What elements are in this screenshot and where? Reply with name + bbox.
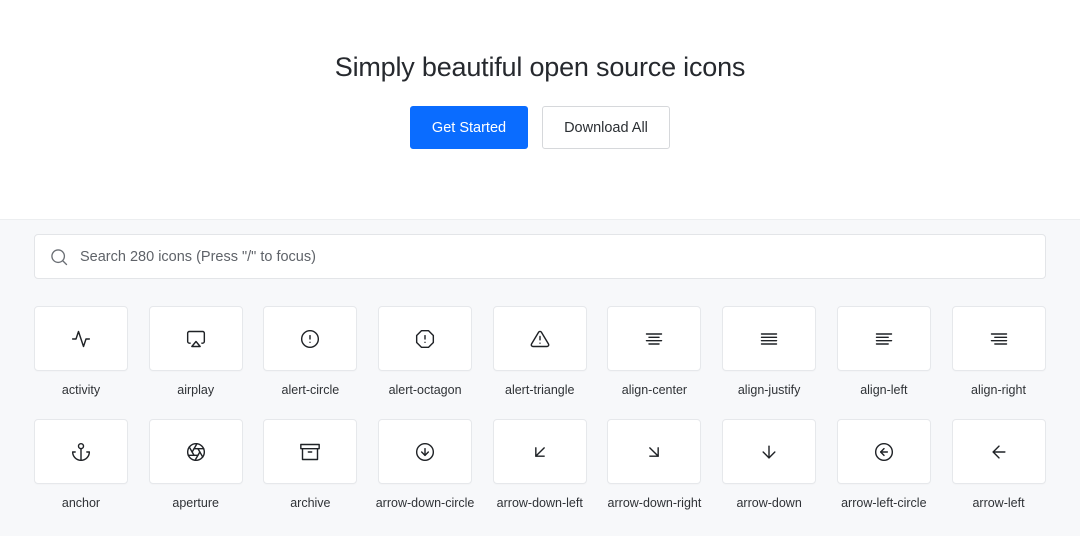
- icon-card-align-left[interactable]: align-left: [836, 306, 931, 401]
- arrow-left-icon: [991, 444, 1006, 459]
- icon-card-align-right[interactable]: align-right: [951, 306, 1046, 401]
- icon-tile[interactable]: [378, 306, 473, 371]
- icon-tile[interactable]: [951, 419, 1046, 484]
- hero-section: Simply beautiful open source icons Get S…: [0, 0, 1080, 219]
- icon-card-align-center[interactable]: align-center: [607, 306, 702, 401]
- icon-tile[interactable]: [492, 306, 587, 371]
- icon-label: arrow-down-left: [496, 496, 583, 510]
- icon-card-arrow-down-circle[interactable]: arrow-down-circle: [376, 419, 474, 514]
- icon-tile[interactable]: [378, 419, 473, 484]
- icon-tile[interactable]: [607, 306, 702, 371]
- icon-tile[interactable]: [951, 306, 1046, 371]
- icon-card-arrow-down[interactable]: arrow-down: [722, 419, 817, 514]
- icon-label: airplay: [177, 383, 215, 397]
- search-bar[interactable]: [34, 234, 1046, 279]
- icon-label: align-right: [971, 383, 1026, 397]
- icon-card-arrow-left[interactable]: arrow-left: [951, 419, 1046, 514]
- icon-tile[interactable]: [148, 306, 243, 371]
- alert-triangle-icon: [530, 330, 550, 347]
- icon-card-arrow-down-left[interactable]: arrow-down-left: [492, 419, 587, 514]
- icon-card-alert-octagon[interactable]: alert-octagon: [378, 306, 473, 401]
- icon-tile[interactable]: [34, 306, 128, 371]
- icon-label: arrow-down-circle: [375, 496, 475, 510]
- icon-card-airplay[interactable]: airplay: [148, 306, 243, 401]
- icon-label: arrow-left-circle: [841, 496, 927, 510]
- icon-card-aperture[interactable]: aperture: [148, 419, 243, 514]
- icon-grid: activity airplay alert-circle alert-octagon…: [34, 306, 1046, 514]
- icon-card-alert-triangle[interactable]: alert-triangle: [492, 306, 587, 401]
- airplay-icon: [186, 330, 205, 347]
- icon-card-arrow-down-right[interactable]: arrow-down-right: [607, 419, 702, 514]
- icon-card-align-justify[interactable]: align-justify: [722, 306, 817, 401]
- arrow-down-left-icon: [534, 446, 545, 457]
- arrow-left-circle-icon: [874, 442, 893, 461]
- align-justify-icon: [760, 332, 778, 345]
- icon-tile[interactable]: [722, 306, 817, 371]
- icon-label: arrow-down-right: [607, 496, 702, 510]
- anchor-icon: [71, 442, 91, 461]
- icon-tile[interactable]: [34, 419, 128, 484]
- icon-tile[interactable]: [836, 419, 931, 484]
- icon-label: align-left: [860, 383, 908, 397]
- icon-tile[interactable]: [836, 306, 931, 371]
- icon-label: alert-triangle: [505, 383, 575, 397]
- icon-label: align-justify: [737, 383, 801, 397]
- icon-card-alert-circle[interactable]: alert-circle: [263, 306, 358, 401]
- icon-label: arrow-left: [972, 496, 1025, 510]
- icon-tile[interactable]: [263, 419, 358, 484]
- icon-tile[interactable]: [492, 419, 587, 484]
- icon-card-arrow-left-circle[interactable]: arrow-left-circle: [836, 419, 931, 514]
- icon-tile[interactable]: [722, 419, 817, 484]
- icon-card-anchor[interactable]: anchor: [34, 419, 128, 514]
- aperture-icon: [186, 442, 205, 461]
- icon-gallery: activity airplay alert-circle alert-octagon…: [0, 219, 1080, 536]
- icon-tile[interactable]: [263, 306, 358, 371]
- hero-actions: Get Started Download All: [0, 106, 1080, 149]
- icon-tile[interactable]: [607, 419, 702, 484]
- search-icon: [51, 248, 68, 265]
- arrow-down-circle-icon: [416, 442, 435, 461]
- alert-octagon-icon: [416, 329, 435, 348]
- icon-label: arrow-down: [736, 496, 802, 510]
- align-center-icon: [646, 332, 663, 345]
- get-started-button[interactable]: Get Started: [410, 106, 528, 149]
- icon-label: anchor: [61, 496, 101, 510]
- icon-label: aperture: [172, 496, 219, 510]
- page-title: Simply beautiful open source icons: [334, 52, 746, 82]
- icon-card-activity[interactable]: activity: [34, 306, 128, 401]
- align-right-icon: [990, 332, 1007, 345]
- download-all-button[interactable]: Download All: [542, 106, 670, 149]
- archive-icon: [300, 443, 321, 460]
- icon-label: align-center: [621, 383, 688, 397]
- icon-label: archive: [290, 496, 331, 510]
- icon-label: alert-circle: [281, 383, 340, 397]
- activity-icon: [71, 330, 91, 347]
- search-input[interactable]: [80, 248, 980, 265]
- icon-tile[interactable]: [148, 419, 243, 484]
- arrow-down-icon: [762, 444, 776, 459]
- alert-circle-icon: [301, 329, 320, 348]
- icon-label: activity: [61, 383, 101, 397]
- icon-label: alert-octagon: [388, 383, 462, 397]
- align-left-icon: [875, 332, 893, 345]
- arrow-down-right-icon: [649, 446, 660, 457]
- icon-card-archive[interactable]: archive: [263, 419, 358, 514]
